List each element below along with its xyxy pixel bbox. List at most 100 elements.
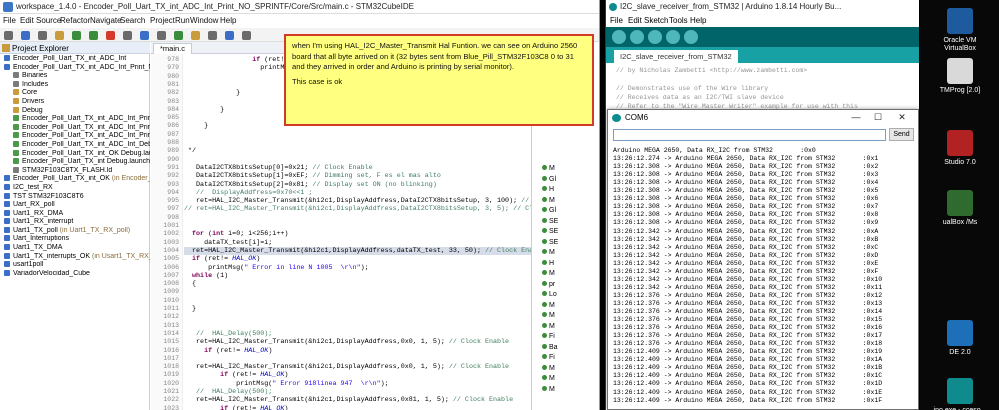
- toolbar-icon[interactable]: [157, 31, 166, 40]
- toolbar-icon[interactable]: [208, 31, 217, 40]
- outline-item[interactable]: Fi: [542, 332, 555, 341]
- toolbar-icon[interactable]: [225, 31, 234, 40]
- arduino-title-bar[interactable]: I2C_slave_receiver_from_STM32 | Arduino …: [606, 0, 919, 14]
- tree-item[interactable]: Encoder_Poll_Uart_TX_int_OK (in Encoder_…: [0, 175, 150, 184]
- ide-menu-search[interactable]: Search: [120, 16, 145, 25]
- toolbar-icon[interactable]: [89, 31, 98, 40]
- outline-item[interactable]: M: [542, 301, 555, 310]
- toolbar-icon[interactable]: [140, 31, 149, 40]
- ide-menu-help[interactable]: Help: [220, 16, 236, 25]
- ide-menu-run[interactable]: Run: [175, 16, 190, 25]
- ide-menu-file[interactable]: File: [3, 16, 16, 25]
- tree-item[interactable]: Uart1_RX_DMA: [0, 209, 150, 219]
- ide-title-bar[interactable]: workspace_1.4.0 - Encoder_Poll_Uart_TX_i…: [0, 0, 599, 14]
- tree-item[interactable]: Encoder_Poll_Uart_TX_int_ADC_Int_Print_N: [0, 115, 150, 124]
- tree-item[interactable]: Encoder_Poll_Uart_TX_int_ADC_Int_Print_N: [0, 132, 150, 141]
- ide-menu-source[interactable]: Source: [36, 16, 61, 25]
- outline-item[interactable]: Gl: [542, 206, 556, 215]
- tree-item[interactable]: TST STM32F103C8T6: [0, 192, 150, 202]
- outline-item[interactable]: pr: [542, 280, 555, 289]
- desktop-shortcut[interactable]: Oracle VM VirtualBox: [928, 8, 992, 53]
- serial-output[interactable]: Arduino MEGA 2650, Data RX_I2C from STM3…: [611, 145, 917, 409]
- sketch-tab[interactable]: I2C_slave_receiver_from_STM32: [614, 50, 738, 63]
- tree-item[interactable]: Encoder_Poll_Uart_TX_int_OK Debug.launc: [0, 149, 150, 159]
- arduino-menu-sketch[interactable]: Sketch: [644, 16, 668, 25]
- tree-item[interactable]: Includes: [0, 80, 150, 90]
- outline-item[interactable]: M: [542, 374, 555, 383]
- new-sketch-icon[interactable]: [648, 30, 662, 44]
- verify-icon[interactable]: [612, 30, 626, 44]
- ide-menu-refactor[interactable]: Refactor: [60, 16, 90, 25]
- ide-menu-edit[interactable]: Edit: [20, 16, 34, 25]
- toolbar-icon[interactable]: [191, 31, 200, 40]
- tree-item[interactable]: Encoder_Poll_Uart_TX_int_ADC_Int_Print_N…: [0, 63, 150, 73]
- tree-item[interactable]: Encoder_Poll_Uart_TX_int_ADC_Int: [0, 55, 150, 64]
- toolbar-icon[interactable]: [72, 31, 81, 40]
- tree-item[interactable]: Uart1_RX_interrupt: [0, 218, 150, 227]
- tree-item[interactable]: Binaries: [0, 72, 150, 81]
- serial-monitor-title-bar[interactable]: COM6 — ☐ ✕: [608, 110, 918, 126]
- toolbar-icon[interactable]: [4, 31, 13, 40]
- tree-item[interactable]: Drivers: [0, 97, 150, 107]
- desktop-shortcut[interactable]: ino.exe - cceso...: [928, 378, 992, 410]
- tree-item[interactable]: VariadorVelocidad_Cube: [0, 269, 150, 279]
- desktop-shortcut[interactable]: DE 2.0: [928, 320, 992, 357]
- outline-item[interactable]: Ba: [542, 343, 558, 352]
- outline-item[interactable]: M: [542, 311, 555, 320]
- toolbar-icon[interactable]: [106, 31, 115, 40]
- open-sketch-icon[interactable]: [666, 30, 680, 44]
- tree-item[interactable]: Core: [0, 89, 150, 98]
- tree-item[interactable]: I2C_test_RX: [0, 183, 150, 193]
- toolbar-icon[interactable]: [21, 31, 30, 40]
- tree-item[interactable]: Uart1_TX_poll (in Uart1_TX_RX_poll): [0, 226, 150, 236]
- outline-item[interactable]: M: [542, 322, 555, 331]
- desktop-shortcut[interactable]: Studio 7.0: [928, 130, 992, 167]
- outline-item[interactable]: M: [542, 269, 555, 278]
- tree-item[interactable]: Uart_RX_poll: [0, 201, 150, 210]
- minimize-icon[interactable]: —: [848, 112, 864, 122]
- tree-item[interactable]: Encoder_Poll_Uart_TX_int Debug.launch: [0, 158, 150, 167]
- close-icon[interactable]: ✕: [894, 112, 910, 123]
- toolbar-icon[interactable]: [174, 31, 183, 40]
- tree-item[interactable]: Encoder_Poll_Uart_TX_int_ADC_Int_Debug.: [0, 140, 150, 150]
- save-sketch-icon[interactable]: [684, 30, 698, 44]
- toolbar-icon[interactable]: [242, 31, 251, 40]
- outline-item[interactable]: SE: [542, 238, 558, 247]
- outline-item[interactable]: M: [542, 196, 555, 205]
- outline-item[interactable]: SE: [542, 227, 558, 236]
- tree-item[interactable]: Uart1_TX_DMA: [0, 244, 150, 253]
- arduino-menu-file[interactable]: File: [610, 16, 623, 25]
- outline-item[interactable]: Lo: [542, 290, 557, 299]
- toolbar-icon[interactable]: [123, 31, 132, 40]
- outline-item[interactable]: H: [542, 259, 554, 268]
- tree-item[interactable]: usart1poll: [0, 261, 150, 270]
- project-explorer-header[interactable]: Project Explorer: [0, 42, 150, 54]
- serial-input-field[interactable]: [613, 129, 886, 141]
- desktop-shortcut[interactable]: TMProg [2.0]: [928, 58, 992, 95]
- upload-icon[interactable]: [630, 30, 644, 44]
- outline-item[interactable]: H: [542, 185, 554, 194]
- outline-item[interactable]: M: [542, 164, 555, 173]
- outline-item[interactable]: M: [542, 385, 555, 394]
- ide-menu-window[interactable]: Window: [190, 16, 218, 25]
- tree-item[interactable]: Uart1_TX_interrupts_OK (in Usart1_TX_RX_…: [0, 252, 150, 262]
- toolbar-icon[interactable]: [38, 31, 47, 40]
- outline-item[interactable]: Gl: [542, 175, 556, 184]
- tab-main-c[interactable]: *main.c: [153, 43, 193, 54]
- maximize-icon[interactable]: ☐: [870, 112, 886, 123]
- ide-menu-project[interactable]: Project: [150, 16, 175, 25]
- tree-item[interactable]: Encoder_Poll_Uart_TX_int_ADC_Int_Print_N: [0, 123, 150, 133]
- tree-item[interactable]: Uart_Interruptions: [0, 235, 150, 244]
- outline-item[interactable]: M: [542, 248, 555, 257]
- send-button[interactable]: Send: [889, 128, 914, 141]
- tree-item[interactable]: STM32F103C8TX_FLASH.ld: [0, 166, 150, 176]
- arduino-menu-tools[interactable]: Tools: [669, 16, 688, 25]
- toolbar-icon[interactable]: [55, 31, 64, 40]
- outline-item[interactable]: M: [542, 364, 555, 373]
- arduino-menu-help[interactable]: Help: [690, 16, 706, 25]
- tree-item[interactable]: Debug: [0, 106, 150, 116]
- arduino-menu-edit[interactable]: Edit: [628, 16, 642, 25]
- desktop-shortcut[interactable]: ualBox /Ms: [928, 190, 992, 227]
- outline-item[interactable]: Fi: [542, 353, 555, 362]
- outline-item[interactable]: SE: [542, 217, 558, 226]
